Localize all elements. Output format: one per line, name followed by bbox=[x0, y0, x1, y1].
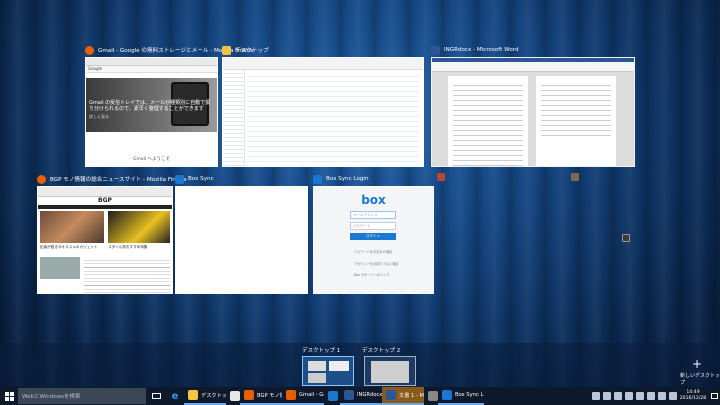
windows-logo-icon bbox=[4, 391, 14, 401]
brand-text: Google bbox=[86, 66, 217, 73]
page-footer: Gmail へようこそ bbox=[132, 157, 171, 162]
app-tile-icon[interactable] bbox=[571, 173, 579, 181]
box-logo: box bbox=[361, 193, 386, 207]
system-tray bbox=[590, 387, 678, 405]
taskbar-app-button[interactable] bbox=[226, 387, 240, 405]
headline-1: 記者が語る今オススメのガジェット bbox=[40, 245, 98, 249]
taskbar: WebとWindowsを検索 e デスクトップ BGP モノ情... Gmail -… bbox=[0, 387, 720, 405]
app-icon bbox=[244, 390, 254, 400]
login-button[interactable]: ログイン bbox=[350, 233, 396, 240]
window-box-sync[interactable]: Box Sync bbox=[175, 172, 308, 294]
page-heading: Gmail の受信トレイでは、メールが種類別に自動で振り分けられるので、素早く整… bbox=[89, 100, 211, 112]
tray-icon[interactable] bbox=[591, 392, 600, 400]
tray-icon[interactable] bbox=[613, 392, 622, 400]
plus-icon[interactable]: + bbox=[692, 358, 702, 370]
forgot-password-link[interactable]: パスワードをお忘れの場合 bbox=[354, 249, 392, 254]
word-icon bbox=[431, 45, 440, 55]
support-link[interactable]: Box サポートへのリンク bbox=[354, 272, 390, 277]
tray-icon[interactable] bbox=[646, 392, 655, 400]
tray-icon[interactable] bbox=[635, 392, 644, 400]
window-word[interactable]: lNGRdocx - Microsoft Word bbox=[431, 43, 635, 167]
app-icon bbox=[442, 390, 452, 400]
desktop-2-thumbnail[interactable] bbox=[364, 356, 416, 386]
app-icon bbox=[344, 390, 354, 400]
taskbar-app-button[interactable]: Box Sync L... bbox=[438, 387, 484, 405]
box-icon bbox=[175, 174, 184, 184]
window-thumbnail bbox=[431, 57, 635, 167]
taskbar-app-label: BGP モノ情... bbox=[257, 392, 282, 399]
window-thumbnail: box メールアドレス パスワード ログイン パスワードをお忘れの場合 アカウン… bbox=[313, 186, 434, 294]
app-icon bbox=[428, 391, 438, 401]
email-field[interactable]: メールアドレス bbox=[350, 211, 396, 219]
taskbar-app-label: Gmail - Go... bbox=[299, 392, 324, 398]
window-box-sync-login[interactable]: Box Sync Login box メールアドレス パスワード ログイン パス… bbox=[313, 172, 434, 294]
signup-link[interactable]: アカウントをお持ちでない場合 bbox=[354, 261, 399, 266]
taskbar-app-label: 文書 1 - Mic... bbox=[399, 392, 424, 399]
search-box[interactable]: WebとWindowsを検索 bbox=[18, 388, 146, 404]
taskbar-app-button[interactable]: 文書 1 - Mic... bbox=[382, 387, 424, 405]
taskbar-app-label: デスクトップ bbox=[201, 392, 226, 399]
window-thumbnail: BGP 記者が語る今オススメのガジェット スタイル別おすすめ特集 bbox=[37, 186, 173, 294]
taskbar-app-label: Box Sync L... bbox=[455, 392, 484, 398]
app-icon bbox=[188, 390, 198, 400]
taskbar-app-button[interactable]: lNGRdocx ... bbox=[340, 387, 382, 405]
folder-icon bbox=[222, 45, 231, 55]
window-gmail[interactable]: Gmail - Google の無料ストレージとメール - Mozilla Fi… bbox=[85, 43, 254, 167]
notification-icon[interactable] bbox=[708, 387, 720, 405]
learn-more-link[interactable]: 詳しく見る bbox=[89, 114, 109, 120]
app-icon bbox=[386, 390, 396, 400]
box-icon bbox=[313, 174, 322, 184]
edge-icon[interactable]: e bbox=[166, 387, 184, 405]
tray-icon[interactable] bbox=[624, 392, 633, 400]
headline-2: スタイル別おすすめ特集 bbox=[108, 245, 148, 249]
window-title: Box Sync Login bbox=[326, 176, 369, 182]
app-icon bbox=[328, 391, 338, 401]
virtual-desktop-strip bbox=[0, 343, 720, 387]
taskbar-app-label: lNGRdocx ... bbox=[357, 392, 382, 398]
window-title-bar: デスクトップ bbox=[222, 43, 269, 57]
taskbar-app-button[interactable]: BGP モノ情... bbox=[240, 387, 282, 405]
window-title-bar: lNGRdocx - Microsoft Word bbox=[431, 43, 519, 57]
tray-icon[interactable] bbox=[602, 392, 611, 400]
app-icon bbox=[230, 391, 240, 401]
site-logo: BGP bbox=[98, 197, 112, 204]
password-field[interactable]: パスワード bbox=[350, 222, 396, 230]
taskbar-app-button[interactable]: デスクトップ bbox=[184, 387, 226, 405]
firefox-icon bbox=[37, 174, 46, 184]
new-desktop-label[interactable]: 新しいデスクトップ bbox=[680, 372, 720, 386]
window-title-bar: BGP モノ情報の総合ニュースサイト - Mozilla Firefox bbox=[37, 172, 186, 186]
clock[interactable]: 14:49 2016/12/28 bbox=[678, 390, 708, 402]
window-title: デスクトップ bbox=[235, 48, 269, 54]
window-title-bar: Box Sync bbox=[175, 172, 214, 186]
desktop-1-label: デスクトップ 1 bbox=[302, 348, 341, 354]
task-view-icon[interactable] bbox=[146, 387, 166, 405]
window-title: lNGRdocx - Microsoft Word bbox=[444, 47, 519, 53]
window-title-bar: Box Sync Login bbox=[313, 172, 369, 186]
desktop-2-label: デスクトップ 2 bbox=[362, 348, 401, 354]
clock-date: 2016/12/28 bbox=[679, 396, 707, 401]
app-icon bbox=[286, 390, 296, 400]
window-title: BGP モノ情報の総合ニュースサイト - Mozilla Firefox bbox=[50, 177, 187, 183]
window-desktop-explorer[interactable]: デスクトップ bbox=[222, 43, 424, 167]
window-thumbnail bbox=[222, 57, 424, 167]
taskbar-app-button[interactable] bbox=[424, 387, 438, 405]
desktop-1-thumbnail[interactable] bbox=[302, 356, 354, 386]
window-title: Box Sync bbox=[188, 176, 214, 182]
window-thumbnail bbox=[175, 186, 308, 294]
taskbar-app-button[interactable] bbox=[324, 387, 340, 405]
app-tile-icon[interactable] bbox=[437, 173, 445, 181]
network-icon[interactable] bbox=[657, 392, 666, 400]
start-button[interactable] bbox=[0, 387, 18, 405]
taskbar-app-button[interactable]: Gmail - Go... bbox=[282, 387, 324, 405]
window-bgp[interactable]: BGP モノ情報の総合ニュースサイト - Mozilla Firefox BGP… bbox=[37, 172, 186, 294]
search-placeholder: WebとWindowsを検索 bbox=[22, 394, 81, 400]
firefox-icon bbox=[85, 45, 94, 55]
app-tile-icon[interactable] bbox=[622, 234, 630, 242]
volume-icon[interactable] bbox=[668, 392, 677, 400]
window-thumbnail: Google Gmail の受信トレイでは、メールが種類別に自動で振り分けられる… bbox=[85, 57, 218, 167]
